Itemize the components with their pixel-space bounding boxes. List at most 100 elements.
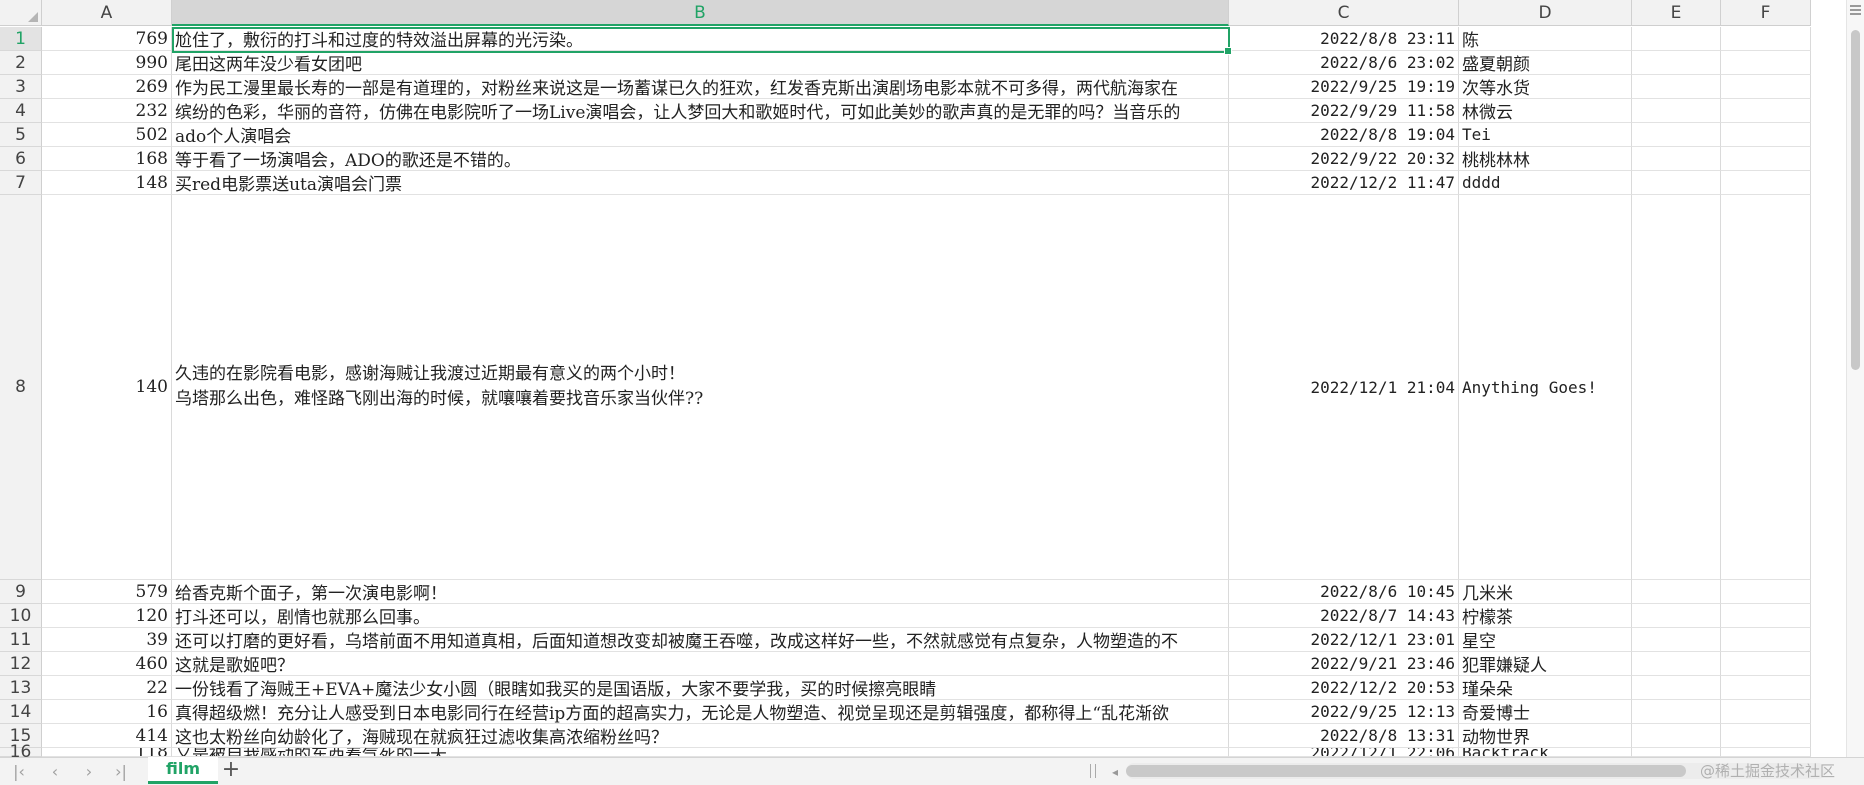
cell-b6[interactable]: 等于看了一场演唱会，ADO的歌还是不错的。: [172, 147, 1229, 171]
cell-e11[interactable]: [1632, 628, 1721, 652]
cell-a9[interactable]: 579: [42, 580, 172, 604]
cell-f2[interactable]: [1721, 51, 1811, 75]
cell-c14[interactable]: 2022/9/25 12:13: [1229, 700, 1459, 724]
cell-c8[interactable]: 2022/12/1 21:04: [1229, 195, 1459, 580]
select-all-corner[interactable]: [0, 0, 42, 26]
cell-c12[interactable]: 2022/9/21 23:46: [1229, 652, 1459, 676]
row-header-7[interactable]: 7: [0, 171, 42, 195]
cell-e3[interactable]: [1632, 75, 1721, 99]
cell-e2[interactable]: [1632, 51, 1721, 75]
cell-a7[interactable]: 148: [42, 171, 172, 195]
cell-e5[interactable]: [1632, 123, 1721, 147]
cell-f8[interactable]: [1721, 195, 1811, 580]
cell-f4[interactable]: [1721, 99, 1811, 123]
column-header-c[interactable]: C: [1229, 0, 1459, 26]
row-header-9[interactable]: 9: [0, 580, 42, 604]
cell-d13[interactable]: 瑾朵朵: [1459, 676, 1632, 700]
cell-f6[interactable]: [1721, 147, 1811, 171]
cell-e15[interactable]: [1632, 724, 1721, 748]
cell-f16[interactable]: [1721, 748, 1811, 757]
cell-d12[interactable]: 犯罪嫌疑人: [1459, 652, 1632, 676]
cell-c3[interactable]: 2022/9/25 19:19: [1229, 75, 1459, 99]
cell-a6[interactable]: 168: [42, 147, 172, 171]
cell-e13[interactable]: [1632, 676, 1721, 700]
cell-f9[interactable]: [1721, 580, 1811, 604]
cell-d6[interactable]: 桃桃林林: [1459, 147, 1632, 171]
column-header-e[interactable]: E: [1632, 0, 1721, 26]
cell-e14[interactable]: [1632, 700, 1721, 724]
cell-b8[interactable]: 久违的在影院看电影，感谢海贼让我渡过近期最有意义的两个小时！ 乌塔那么出色，难怪…: [172, 195, 1229, 580]
cell-c2[interactable]: 2022/8/6 23:02: [1229, 51, 1459, 75]
cell-a5[interactable]: 502: [42, 123, 172, 147]
sheet-tab-film[interactable]: film: [148, 757, 218, 784]
cell-f12[interactable]: [1721, 652, 1811, 676]
cell-c4[interactable]: 2022/9/29 11:58: [1229, 99, 1459, 123]
cell-c7[interactable]: 2022/12/2 11:47: [1229, 171, 1459, 195]
row-header-1[interactable]: 1: [0, 27, 42, 51]
prev-sheet-button[interactable]: ‹: [44, 762, 66, 782]
cell-b13[interactable]: 一份钱看了海贼王+EVA+魔法少女小圆（眼瞎如我买的是国语版，大家不要学我，买的…: [172, 676, 1229, 700]
cell-a16[interactable]: 118: [42, 748, 172, 757]
cell-c11[interactable]: 2022/12/1 23:01: [1229, 628, 1459, 652]
cell-d5[interactable]: Tei: [1459, 123, 1632, 147]
cell-d2[interactable]: 盛夏朝颜: [1459, 51, 1632, 75]
cell-b3[interactable]: 作为民工漫里最长寿的一部是有道理的，对粉丝来说这是一场蓄谋已久的狂欢，红发香克斯…: [172, 75, 1229, 99]
cell-f1[interactable]: [1721, 27, 1811, 51]
cell-d15[interactable]: 动物世界: [1459, 724, 1632, 748]
cell-d9[interactable]: 几米米: [1459, 580, 1632, 604]
cell-b4[interactable]: 缤纷的色彩，华丽的音符，仿佛在电影院听了一场Live演唱会，让人梦回大和歌姬时代…: [172, 99, 1229, 123]
cell-b15[interactable]: 这也太粉丝向幼龄化了，海贼现在就疯狂过滤收集高浓缩粉丝吗？: [172, 724, 1229, 748]
cell-e9[interactable]: [1632, 580, 1721, 604]
cell-b10[interactable]: 打斗还可以，剧情也就那么回事。: [172, 604, 1229, 628]
cell-f3[interactable]: [1721, 75, 1811, 99]
cell-f13[interactable]: [1721, 676, 1811, 700]
cell-a4[interactable]: 232: [42, 99, 172, 123]
cell-a15[interactable]: 414: [42, 724, 172, 748]
row-header-5[interactable]: 5: [0, 123, 42, 147]
cell-e10[interactable]: [1632, 604, 1721, 628]
last-sheet-button[interactable]: ›|: [110, 762, 132, 782]
cell-c9[interactable]: 2022/8/6 10:45: [1229, 580, 1459, 604]
cell-b16[interactable]: 又是被自我感动的东西着气死的一天: [172, 748, 1229, 757]
cell-e12[interactable]: [1632, 652, 1721, 676]
cell-f11[interactable]: [1721, 628, 1811, 652]
cell-b2[interactable]: 尾田这两年没少看女团吧: [172, 51, 1229, 75]
cell-a3[interactable]: 269: [42, 75, 172, 99]
cell-b7[interactable]: 买red电影票送uta演唱会门票: [172, 171, 1229, 195]
cell-c6[interactable]: 2022/9/22 20:32: [1229, 147, 1459, 171]
scroll-left-icon[interactable]: ◂: [1108, 762, 1122, 782]
cell-c10[interactable]: 2022/8/7 14:43: [1229, 604, 1459, 628]
row-header-2[interactable]: 2: [0, 51, 42, 75]
first-sheet-button[interactable]: |‹: [8, 762, 30, 782]
row-header-3[interactable]: 3: [0, 75, 42, 99]
column-header-d[interactable]: D: [1459, 0, 1632, 26]
row-header-13[interactable]: 13: [0, 676, 42, 700]
cell-e6[interactable]: [1632, 147, 1721, 171]
split-handle-icon[interactable]: [1090, 764, 1096, 778]
cell-c13[interactable]: 2022/12/2 20:53: [1229, 676, 1459, 700]
cell-d14[interactable]: 奇爱博士: [1459, 700, 1632, 724]
cell-c16[interactable]: 2022/12/1 22:06: [1229, 748, 1459, 757]
cell-c5[interactable]: 2022/8/8 19:04: [1229, 123, 1459, 147]
cell-d16[interactable]: Backtrack: [1459, 748, 1632, 757]
row-header-8[interactable]: 8: [0, 195, 42, 580]
column-header-b[interactable]: B: [172, 0, 1229, 26]
cell-d11[interactable]: 星空: [1459, 628, 1632, 652]
cell-d7[interactable]: dddd: [1459, 171, 1632, 195]
cell-d8[interactable]: Anything Goes!: [1459, 195, 1632, 580]
next-sheet-button[interactable]: ›: [78, 762, 100, 782]
horizontal-scroll-thumb[interactable]: [1126, 765, 1686, 777]
cell-b12[interactable]: 这就是歌姬吧？: [172, 652, 1229, 676]
cell-d3[interactable]: 次等水货: [1459, 75, 1632, 99]
cell-a11[interactable]: 39: [42, 628, 172, 652]
cell-c15[interactable]: 2022/8/8 13:31: [1229, 724, 1459, 748]
menu-icon[interactable]: [1850, 5, 1861, 15]
cell-a2[interactable]: 990: [42, 51, 172, 75]
cell-e1[interactable]: [1632, 27, 1721, 51]
cell-a12[interactable]: 460: [42, 652, 172, 676]
row-header-11[interactable]: 11: [0, 628, 42, 652]
cell-f10[interactable]: [1721, 604, 1811, 628]
cell-f7[interactable]: [1721, 171, 1811, 195]
column-header-a[interactable]: A: [42, 0, 172, 26]
cell-a10[interactable]: 120: [42, 604, 172, 628]
